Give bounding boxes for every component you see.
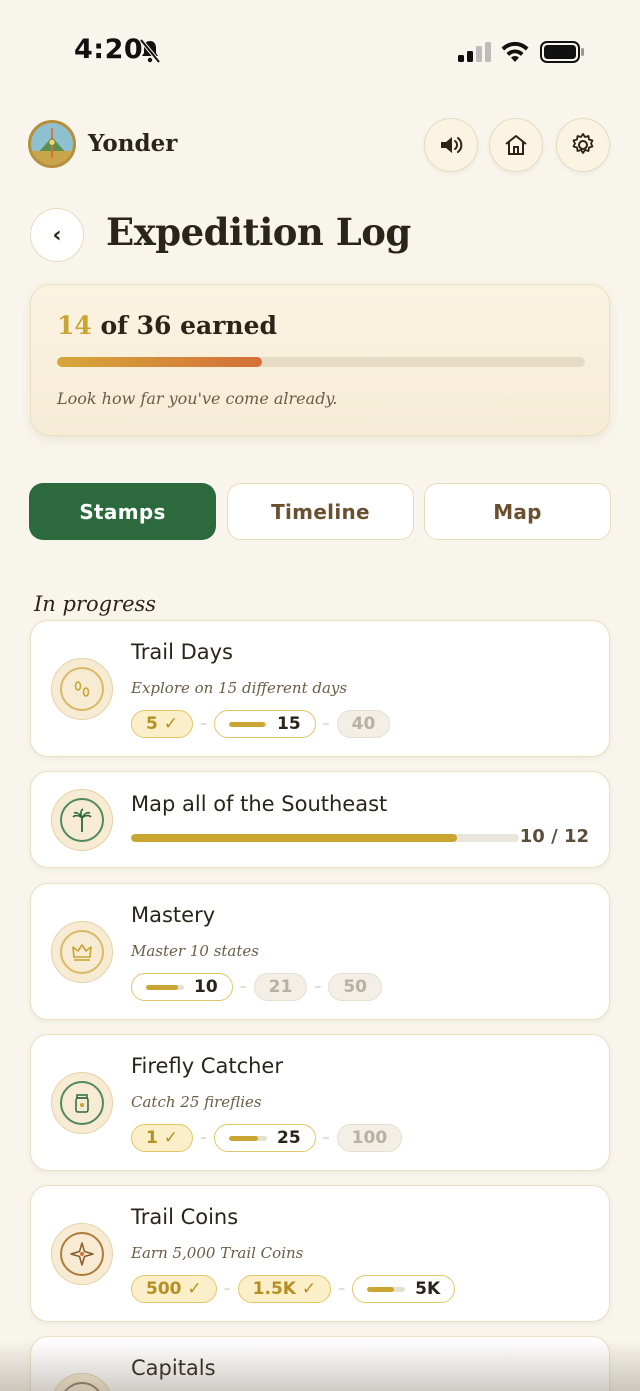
summary-progress-bar xyxy=(57,357,585,367)
tier-badge: 5K xyxy=(352,1275,456,1303)
tier-row: 5 ✓ – 15 – 40 xyxy=(131,709,391,739)
summary-note: Look how far you've come already. xyxy=(57,389,338,408)
tier-row: 1 ✓ – 25 – 100 xyxy=(131,1123,403,1153)
compass-star-icon xyxy=(70,1242,94,1266)
stamp-subtitle: Catch 25 fireflies xyxy=(131,1093,262,1111)
jar-icon xyxy=(75,1094,89,1113)
stamp-badge xyxy=(51,789,113,851)
palm-tree-icon xyxy=(72,808,92,832)
stamp-card-southeast[interactable]: Map all of the Southeast 10 / 12 xyxy=(30,771,610,868)
tier-row: 500 ✓ – 1.5K ✓ – 5K xyxy=(131,1274,456,1304)
sound-button[interactable] xyxy=(424,118,478,172)
stamp-card-trail-coins[interactable]: Trail Coins Earn 5,000 Trail Coins 500 ✓… xyxy=(30,1185,610,1322)
footprints-icon xyxy=(74,681,90,697)
stamp-title: Firefly Catcher xyxy=(131,1054,283,1078)
stamp-progress-bar xyxy=(131,834,519,842)
stamp-title: Capitals xyxy=(131,1356,216,1380)
app-name: Yonder xyxy=(88,130,178,157)
cellular-signal-icon xyxy=(458,42,491,62)
stamp-subtitle: Explore on 15 different days xyxy=(131,679,348,697)
back-button[interactable]: ‹ xyxy=(30,208,84,262)
tier-badge: 50 xyxy=(328,973,383,1001)
section-label: In progress xyxy=(34,592,157,616)
stamp-progress-count: 10 / 12 xyxy=(519,826,589,847)
stamp-subtitle: Master 10 states xyxy=(131,942,259,960)
stamp-title: Mastery xyxy=(131,903,216,927)
summary-progress-fill xyxy=(57,357,263,367)
wifi-icon xyxy=(501,41,529,62)
tier-badge: 500 ✓ xyxy=(131,1275,217,1303)
settings-button[interactable] xyxy=(556,118,610,172)
speaker-icon xyxy=(441,137,463,153)
stamp-title: Trail Coins xyxy=(131,1205,239,1229)
tier-badge: 1.5K ✓ xyxy=(237,1275,332,1303)
stamp-badge xyxy=(51,658,113,720)
tier-badge: 40 xyxy=(336,710,391,738)
tab-stamps[interactable]: Stamps xyxy=(29,483,216,540)
home-button[interactable] xyxy=(489,118,543,172)
stamp-card-firefly[interactable]: Firefly Catcher Catch 25 fireflies 1 ✓ –… xyxy=(30,1034,610,1171)
tier-badge: 100 xyxy=(336,1124,403,1152)
status-time: 4:20 xyxy=(74,34,144,65)
chevron-left-icon: ‹ xyxy=(52,222,62,248)
earned-count: 14 of 36 earned xyxy=(57,311,277,340)
stamp-badge xyxy=(51,921,113,983)
stamp-title: Map all of the Southeast xyxy=(131,792,388,816)
tab-timeline[interactable]: Timeline xyxy=(227,483,414,540)
earned-number: 14 xyxy=(57,311,92,340)
tier-badge: 15 xyxy=(214,710,316,738)
stamp-title: Trail Days xyxy=(131,640,233,664)
stamp-badge xyxy=(51,1373,113,1391)
stamp-badge xyxy=(51,1072,113,1134)
stamp-card-trail-days[interactable]: Trail Days Explore on 15 different days … xyxy=(30,620,610,757)
crown-icon xyxy=(72,944,92,961)
app-header: Yonder xyxy=(28,118,612,174)
stamp-card-capitals[interactable]: Capitals xyxy=(30,1336,610,1391)
battery-icon xyxy=(540,41,584,63)
tier-badge: 5 ✓ xyxy=(131,710,193,738)
gear-icon xyxy=(572,133,594,154)
page-title: Expedition Log xyxy=(106,210,411,254)
summary-card: 14 of 36 earned Look how far you've come… xyxy=(30,284,610,436)
tier-badge: 25 xyxy=(214,1124,316,1152)
earned-total: of 36 earned xyxy=(91,311,277,340)
tier-badge: 10 xyxy=(131,973,233,1001)
home-icon xyxy=(505,135,527,155)
stamp-badge xyxy=(51,1223,113,1285)
stamp-subtitle: Earn 5,000 Trail Coins xyxy=(131,1244,304,1262)
tier-badge: 1 ✓ xyxy=(131,1124,193,1152)
app-logo xyxy=(28,120,76,168)
stamp-card-mastery[interactable]: Mastery Master 10 states 10 – 21 – 50 xyxy=(30,883,610,1020)
bell-off-icon xyxy=(139,38,161,64)
tab-map[interactable]: Map xyxy=(424,483,611,540)
tier-badge: 21 xyxy=(253,973,308,1001)
status-bar: 4:20 xyxy=(0,0,640,100)
tier-row: 10 – 21 – 50 xyxy=(131,972,383,1002)
